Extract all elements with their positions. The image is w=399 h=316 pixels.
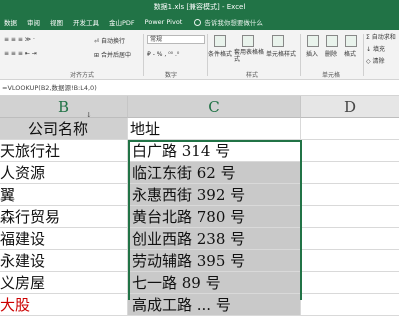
lightbulb-icon <box>194 18 202 26</box>
cell-address[interactable]: 白广路 314 号 <box>128 140 301 162</box>
tab-jinshan-pdf[interactable]: 金山PDF <box>109 17 135 27</box>
cell-company[interactable]: 永建设 <box>0 250 128 272</box>
ribbon-separator <box>300 34 301 76</box>
insert-icon <box>307 35 319 47</box>
ribbon: ≡ ≡ ≡ ≫ · ≡ ≡ ≡ ⇤ ⇥ ⏎ 自动换行 ⊞ 合并后居中 对齐方式 … <box>0 30 399 80</box>
cell-company[interactable]: 义房屋 <box>0 272 128 294</box>
cell-d[interactable] <box>301 294 399 316</box>
conditional-format-icon <box>214 35 226 47</box>
cell-company[interactable]: 天旅行社 <box>0 140 128 162</box>
cell-company[interactable]: 大股 <box>0 294 128 316</box>
autosum-button[interactable]: Σ 自动求和 <box>366 32 396 41</box>
clear-label: 清除 <box>372 58 385 65</box>
cell-d[interactable] <box>301 162 399 184</box>
fill-button[interactable]: ↓ 填充 <box>366 44 385 53</box>
table-format-icon <box>242 35 254 47</box>
format-icon <box>345 35 357 47</box>
ribbon-separator <box>363 34 364 76</box>
wrap-text-button[interactable]: ⏎ 自动换行 <box>94 36 125 45</box>
format-button[interactable]: 格式 <box>344 49 356 58</box>
wrap-text-label: 自动换行 <box>100 38 125 45</box>
cell-company[interactable]: 森行贸易 <box>0 206 128 228</box>
formula-bar[interactable]: =VLOOKUP(B2,数据源!B:L4,0) <box>0 80 399 96</box>
tab-developer[interactable]: 开发工具 <box>73 17 99 27</box>
table-row: 天旅行社 白广路 314 号 <box>0 140 399 162</box>
group-label-styles: 样式 <box>246 72 259 79</box>
cell-d[interactable] <box>301 140 399 162</box>
wrap-text-icon: ⏎ <box>94 38 101 45</box>
cell-address[interactable]: 黄台北路 780 号 <box>128 206 301 228</box>
cell-company[interactable]: 福建设 <box>0 228 128 250</box>
delete-icon <box>326 35 338 47</box>
tab-review[interactable]: 审阅 <box>27 17 40 27</box>
cell-address[interactable]: 七一路 89 号 <box>128 272 301 294</box>
table-row: 翼 永惠西街 392 号 <box>0 184 399 206</box>
table-row: 人资源 临江东街 62 号 <box>0 162 399 184</box>
cell-d[interactable] <box>301 228 399 250</box>
cell-d[interactable] <box>301 118 399 140</box>
column-header-d[interactable]: D <box>301 96 399 118</box>
delete-button[interactable]: 删除 <box>325 49 337 58</box>
table-row: 义房屋 七一路 89 号 <box>0 272 399 294</box>
cell-d[interactable] <box>301 272 399 294</box>
group-label-cells: 单元格 <box>322 72 341 79</box>
insert-button[interactable]: 插入 <box>306 49 318 58</box>
group-label-number: 数字 <box>165 72 178 79</box>
cell-address[interactable]: 劳动辅路 395 号 <box>128 250 301 272</box>
cell-address[interactable]: 高成工路 ... 号 <box>128 294 301 316</box>
table-format-button[interactable]: 套用表格格式 <box>234 49 264 63</box>
tab-view[interactable]: 视图 <box>50 17 63 27</box>
cell-d[interactable] <box>301 184 399 206</box>
table-row: 大股 高成工路 ... 号 <box>0 294 399 316</box>
tell-me-search[interactable]: 告诉我你想要做什么 <box>194 17 263 27</box>
autosum-label: 自动求和 <box>371 34 396 41</box>
tab-data[interactable]: 数据 <box>4 17 17 27</box>
number-format-select[interactable]: 常规 <box>147 35 205 44</box>
cell-company[interactable]: 翼 <box>0 184 128 206</box>
number-buttons[interactable]: ₽ - % , ⁰⁰ .⁰ <box>147 51 179 58</box>
column-header-c[interactable]: C <box>128 96 301 118</box>
table-header-row: 公司名称 地址 <box>0 118 399 140</box>
column-header-b[interactable]: B ↓ <box>0 96 128 119</box>
header-cell-address[interactable]: 地址 <box>128 118 301 140</box>
search-placeholder: 告诉我你想要做什么 <box>204 19 263 27</box>
fill-icon: ↓ <box>366 46 373 53</box>
cell-address[interactable]: 临江东街 62 号 <box>128 162 301 184</box>
cell-style-icon <box>272 35 284 47</box>
fill-label: 填充 <box>372 46 385 53</box>
merge-icon: ⊞ <box>94 52 101 59</box>
merge-center-label: 合并后居中 <box>100 52 131 59</box>
column-letter-b: B <box>57 98 70 116</box>
cell-company[interactable]: 人资源 <box>0 162 128 184</box>
header-cell-company[interactable]: 公司名称 <box>0 118 128 140</box>
align-buttons-top[interactable]: ≡ ≡ ≡ ≫ · <box>4 36 35 43</box>
ribbon-separator <box>143 34 144 76</box>
table-row: 森行贸易 黄台北路 780 号 <box>0 206 399 228</box>
conditional-format-button[interactable]: 条件格式 <box>208 49 232 58</box>
cell-d[interactable] <box>301 206 399 228</box>
align-buttons-bottom[interactable]: ≡ ≡ ≡ ⇤ ⇥ <box>4 50 37 57</box>
window-title: 数据1.xls [兼容模式] - Excel <box>0 0 399 14</box>
ribbon-tabs: 数据 审阅 视图 开发工具 金山PDF Power Pivot 告诉我你想要做什… <box>0 14 399 30</box>
sheet-grid: 公司名称 地址 天旅行社 白广路 314 号 人资源 临江东街 62 号 翼 永… <box>0 118 399 316</box>
cell-address[interactable]: 创业西路 238 号 <box>128 228 301 250</box>
group-label-alignment: 对齐方式 <box>70 72 95 79</box>
clear-button[interactable]: ◇ 清除 <box>366 56 385 65</box>
cell-d[interactable] <box>301 250 399 272</box>
tab-power-pivot[interactable]: Power Pivot <box>145 18 183 26</box>
cell-style-button[interactable]: 单元格样式 <box>266 49 296 58</box>
table-row: 永建设 劳动辅路 395 号 <box>0 250 399 272</box>
merge-center-button[interactable]: ⊞ 合并后居中 <box>94 50 131 59</box>
table-row: 福建设 创业西路 238 号 <box>0 228 399 250</box>
cell-address[interactable]: 永惠西街 392 号 <box>128 184 301 206</box>
